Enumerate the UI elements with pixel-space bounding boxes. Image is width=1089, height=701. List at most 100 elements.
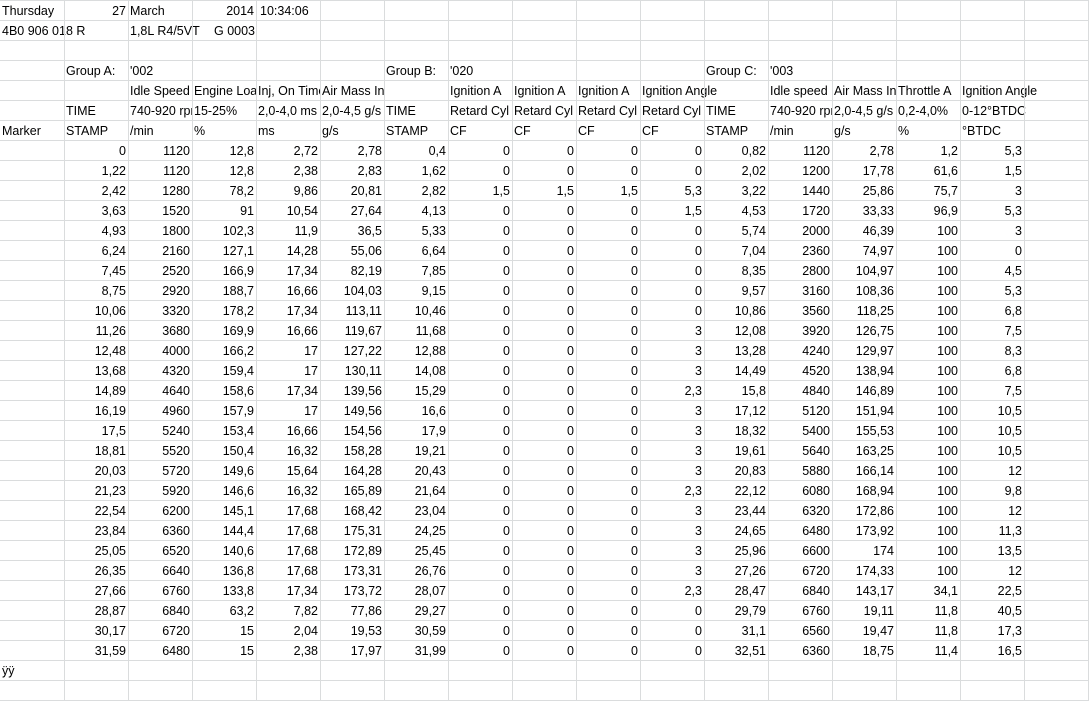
table-cell[interactable]: 17,68 xyxy=(256,501,320,521)
table-cell[interactable]: 5400 xyxy=(768,421,832,441)
table-cell[interactable]: 34,1 xyxy=(896,581,960,601)
table-cell[interactable]: 172,89 xyxy=(320,541,384,561)
table-cell[interactable]: 127,1 xyxy=(192,241,256,261)
table-cell[interactable]: 100 xyxy=(896,381,960,401)
table-cell[interactable]: 17,34 xyxy=(256,581,320,601)
header-month[interactable]: March xyxy=(128,1,192,21)
header-day-number[interactable]: 27 xyxy=(64,1,128,21)
table-cell[interactable]: 8,35 xyxy=(704,261,768,281)
table-cell[interactable]: 23,44 xyxy=(704,501,768,521)
table-cell[interactable]: 22,5 xyxy=(960,581,1024,601)
column-header-cell[interactable]: /min xyxy=(128,121,192,141)
table-cell[interactable]: 1,62 xyxy=(384,161,448,181)
table-cell[interactable]: 17,78 xyxy=(832,161,896,181)
table-cell[interactable]: 5520 xyxy=(128,441,192,461)
table-cell[interactable]: 14,28 xyxy=(256,241,320,261)
table-cell[interactable]: 16,66 xyxy=(256,421,320,441)
column-header-cell[interactable]: Inj, On Time xyxy=(256,81,320,101)
table-cell[interactable]: 6600 xyxy=(768,541,832,561)
table-cell[interactable]: 8,3 xyxy=(960,341,1024,361)
table-cell[interactable]: 23,84 xyxy=(64,521,128,541)
table-cell[interactable]: 10,46 xyxy=(384,301,448,321)
header-year[interactable]: 2014 xyxy=(192,1,256,21)
table-cell[interactable]: 6840 xyxy=(768,581,832,601)
table-cell[interactable]: 23,04 xyxy=(384,501,448,521)
table-cell[interactable]: 169,9 xyxy=(192,321,256,341)
table-cell[interactable]: 7,85 xyxy=(384,261,448,281)
column-header-cell[interactable]: Air Mass In xyxy=(832,81,896,101)
table-cell[interactable]: 26,76 xyxy=(384,561,448,581)
table-cell[interactable]: 100 xyxy=(896,361,960,381)
column-header-cell[interactable]: g/s xyxy=(832,121,896,141)
table-cell[interactable]: 0 xyxy=(512,301,576,321)
table-cell[interactable]: 24,65 xyxy=(704,521,768,541)
group-a-code[interactable]: '002 xyxy=(128,61,192,81)
table-cell[interactable]: 1,2 xyxy=(896,141,960,161)
table-cell[interactable]: 30,59 xyxy=(384,621,448,641)
table-cell[interactable]: 9,86 xyxy=(256,181,320,201)
table-cell[interactable]: 11,8 xyxy=(896,601,960,621)
table-cell[interactable]: 5,33 xyxy=(384,221,448,241)
table-cell[interactable]: 0 xyxy=(512,321,576,341)
table-cell[interactable]: 158,28 xyxy=(320,441,384,461)
table-cell[interactable]: 0 xyxy=(576,521,640,541)
column-header-cell[interactable]: /min xyxy=(768,121,832,141)
table-cell[interactable]: 0 xyxy=(576,541,640,561)
column-header-cell[interactable]: Retard Cyl xyxy=(512,101,576,121)
table-cell[interactable]: 25,96 xyxy=(704,541,768,561)
table-cell[interactable]: 4960 xyxy=(128,401,192,421)
table-cell[interactable]: 1120 xyxy=(128,141,192,161)
table-cell[interactable]: 18,32 xyxy=(704,421,768,441)
table-cell[interactable]: 16,66 xyxy=(256,281,320,301)
table-cell[interactable]: 1200 xyxy=(768,161,832,181)
column-header-cell[interactable]: CF xyxy=(576,121,640,141)
table-cell[interactable]: 0 xyxy=(448,261,512,281)
column-header-cell[interactable]: STAMP xyxy=(384,121,448,141)
table-cell[interactable]: 91 xyxy=(192,201,256,221)
table-cell[interactable]: 19,11 xyxy=(832,601,896,621)
table-cell[interactable]: 0 xyxy=(576,301,640,321)
table-cell[interactable]: 6320 xyxy=(768,501,832,521)
table-cell[interactable]: 2920 xyxy=(128,281,192,301)
table-cell[interactable]: 1280 xyxy=(128,181,192,201)
table-cell[interactable]: 17,68 xyxy=(256,521,320,541)
column-header-cell[interactable]: 740-920 rpm xyxy=(128,101,192,121)
table-cell[interactable]: 7,5 xyxy=(960,381,1024,401)
table-cell[interactable]: 75,7 xyxy=(896,181,960,201)
table-cell[interactable]: 0 xyxy=(640,301,704,321)
table-cell[interactable]: 100 xyxy=(896,481,960,501)
table-cell[interactable]: 5120 xyxy=(768,401,832,421)
table-cell[interactable]: 118,25 xyxy=(832,301,896,321)
table-cell[interactable]: 3 xyxy=(640,401,704,421)
table-cell[interactable]: 0 xyxy=(576,381,640,401)
table-cell[interactable]: 3 xyxy=(640,421,704,441)
table-cell[interactable]: 0 xyxy=(512,221,576,241)
table-cell[interactable]: 16,6 xyxy=(384,401,448,421)
table-cell[interactable]: 0 xyxy=(448,501,512,521)
end-marker[interactable]: ÿÿ xyxy=(0,661,64,681)
column-header-cell[interactable]: Retard Cyl xyxy=(448,101,512,121)
table-cell[interactable]: 0 xyxy=(640,141,704,161)
table-cell[interactable]: 0 xyxy=(512,621,576,641)
table-cell[interactable]: 1,5 xyxy=(576,181,640,201)
table-cell[interactable]: 96,9 xyxy=(896,201,960,221)
table-cell[interactable]: 2360 xyxy=(768,241,832,261)
table-cell[interactable]: 74,97 xyxy=(832,241,896,261)
table-cell[interactable]: 0 xyxy=(448,381,512,401)
table-cell[interactable]: 0 xyxy=(640,621,704,641)
table-cell[interactable]: 126,75 xyxy=(832,321,896,341)
table-cell[interactable]: 0 xyxy=(448,581,512,601)
table-cell[interactable]: 6360 xyxy=(128,521,192,541)
table-cell[interactable]: 100 xyxy=(896,221,960,241)
column-header-cell[interactable]: Ignition A xyxy=(512,81,576,101)
column-header-cell[interactable]: 2,0-4,0 ms xyxy=(256,101,320,121)
table-cell[interactable]: 10,06 xyxy=(64,301,128,321)
table-cell[interactable]: 5,3 xyxy=(960,201,1024,221)
table-cell[interactable]: 5,3 xyxy=(640,181,704,201)
table-cell[interactable]: 24,25 xyxy=(384,521,448,541)
table-cell[interactable]: 0 xyxy=(448,421,512,441)
table-cell[interactable]: 146,6 xyxy=(192,481,256,501)
table-cell[interactable]: 13,68 xyxy=(64,361,128,381)
table-cell[interactable]: 100 xyxy=(896,441,960,461)
table-cell[interactable]: 138,94 xyxy=(832,361,896,381)
